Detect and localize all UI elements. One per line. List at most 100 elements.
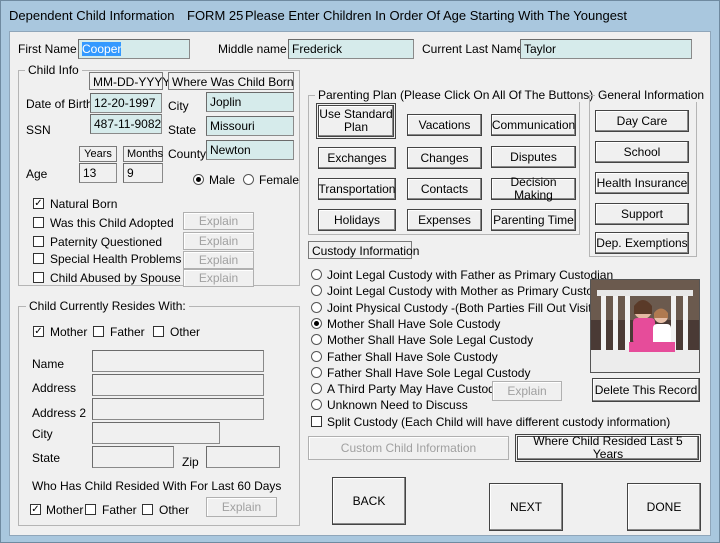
state-born-label: State <box>168 123 197 137</box>
natural-born-label: Natural Born <box>50 197 118 211</box>
school-button[interactable]: School <box>595 141 689 163</box>
adopted-label: Was this Child Adopted <box>50 216 174 230</box>
custody-option-label: Mother Shall Have Sole Custody <box>327 317 501 331</box>
last60-other-checkbox[interactable] <box>142 504 153 515</box>
first-name-field[interactable]: Cooper <box>78 39 190 59</box>
custody-option-radio[interactable] <box>311 351 322 362</box>
middle-name-label: Middle name <box>218 42 287 56</box>
custody-option-radio[interactable] <box>311 334 322 345</box>
contacts-button[interactable]: Contacts <box>407 178 482 200</box>
custody-option-radio[interactable] <box>311 383 322 394</box>
health-explain-button[interactable]: Explain <box>183 251 254 269</box>
last60-mother-label: Mother <box>46 503 84 517</box>
decision-making-button[interactable]: Decision Making <box>491 176 576 202</box>
male-label: Male <box>209 173 236 187</box>
custody-option-radio[interactable] <box>311 269 322 280</box>
middle-name-field[interactable]: Frederick <box>288 39 414 59</box>
communication-button[interactable]: Communication <box>491 114 576 136</box>
city-born-field[interactable]: Joplin <box>206 92 294 112</box>
where-resided-button[interactable]: Where Child Resided Last 5 Years <box>515 434 701 462</box>
dep-exemptions-button[interactable]: Dep. Exemptions <box>595 232 689 254</box>
custody-option-label: Joint Legal Custody with Mother as Prima… <box>327 284 616 298</box>
last-name-label: Current Last Name <box>422 42 524 56</box>
resides-state-field[interactable] <box>92 446 174 468</box>
county-born-field[interactable]: Newton <box>206 140 294 160</box>
vacations-button[interactable]: Vacations <box>407 114 482 136</box>
standard-plan-button[interactable]: Use Standard Plan <box>316 103 396 139</box>
resides-address2-label: Address 2 <box>32 406 87 420</box>
custody-option-radio[interactable] <box>311 302 322 313</box>
custody-option-radio[interactable] <box>311 318 322 329</box>
last-name-field[interactable]: Taylor <box>520 39 692 59</box>
form-client-area: First Name Cooper Middle name Frederick … <box>9 31 711 536</box>
abused-label: Child Abused by Spouse <box>50 271 181 285</box>
transportation-button[interactable]: Transportation <box>318 178 396 200</box>
parenting-time-button[interactable]: Parenting Time <box>491 209 576 231</box>
age-months-field[interactable]: 9 <box>123 163 163 183</box>
expenses-button[interactable]: Expenses <box>407 209 482 231</box>
state-born-field[interactable]: Missouri <box>206 116 294 136</box>
next-button[interactable]: NEXT <box>489 483 563 531</box>
age-years-field[interactable]: 13 <box>79 163 117 183</box>
male-radio[interactable] <box>193 174 204 185</box>
custody-info-title: Custody Information <box>308 241 419 259</box>
back-button[interactable]: BACK <box>332 477 406 525</box>
custody-option-label: Mother Shall Have Sole Legal Custody <box>327 333 534 347</box>
resides-state-label: State <box>32 451 61 465</box>
ssn-field[interactable]: 487-11-9082 <box>90 114 162 134</box>
resides-name-label: Name <box>32 357 65 371</box>
resides-title: Child Currently Resides With: <box>26 299 189 313</box>
dob-field[interactable]: 12-20-1997 <box>90 93 162 113</box>
natural-born-checkbox[interactable]: ✓ <box>33 198 44 209</box>
paternity-checkbox[interactable] <box>33 236 44 247</box>
resides-other-label: Other <box>170 325 201 339</box>
resides-address-field[interactable] <box>92 374 264 396</box>
last60-father-label: Father <box>102 503 137 517</box>
abused-explain-button[interactable]: Explain <box>183 269 254 287</box>
holidays-button[interactable]: Holidays <box>318 209 396 231</box>
last60-mother-checkbox[interactable]: ✓ <box>30 504 41 515</box>
custody-option-label: Joint Legal Custody with Father as Prima… <box>327 268 614 282</box>
support-button[interactable]: Support <box>595 203 689 225</box>
window-title: Dependent Child Information <box>9 8 175 23</box>
resides-mother-checkbox[interactable]: ✓ <box>33 326 44 337</box>
parenting-plan-title: Parenting Plan (Please Click On All Of T… <box>315 88 597 102</box>
adopted-checkbox[interactable] <box>33 217 44 228</box>
custody-option-label: Father Shall Have Sole Legal Custody <box>327 366 531 380</box>
disputes-button[interactable]: Disputes <box>491 146 576 168</box>
health-checkbox[interactable] <box>33 253 44 264</box>
custody-option-radio[interactable] <box>311 367 322 378</box>
day-care-button[interactable]: Day Care <box>595 110 689 132</box>
custody-option-radio[interactable] <box>311 285 322 296</box>
custody-option-label: Unknown Need to Discuss <box>327 398 468 412</box>
resides-other-checkbox[interactable] <box>153 326 164 337</box>
last60-father-checkbox[interactable] <box>85 504 96 515</box>
exchanges-button[interactable]: Exchanges <box>318 147 396 169</box>
last60-explain-button[interactable]: Explain <box>206 497 277 517</box>
first-name-label: First Name <box>18 42 77 56</box>
changes-button[interactable]: Changes <box>407 147 482 169</box>
done-button[interactable]: DONE <box>627 483 701 531</box>
resides-address2-field[interactable] <box>92 398 264 420</box>
paternity-explain-button[interactable]: Explain <box>183 232 254 250</box>
resides-city-field[interactable] <box>92 422 220 444</box>
health-insurance-button[interactable]: Health Insurance <box>595 172 689 194</box>
custody-option-radio[interactable] <box>311 399 322 410</box>
title-bar: Dependent Child Information FORM 25 Plea… <box>1 1 719 29</box>
resides-father-checkbox[interactable] <box>93 326 104 337</box>
delete-record-button[interactable]: Delete This Record <box>592 378 700 402</box>
child-info-title: Child Info <box>25 63 82 77</box>
adopted-explain-button[interactable]: Explain <box>183 212 254 230</box>
resides-name-field[interactable] <box>92 350 264 372</box>
female-radio[interactable] <box>243 174 254 185</box>
ssn-label: SSN <box>26 123 51 137</box>
last60-label: Who Has Child Resided With For Last 60 D… <box>32 479 282 493</box>
paternity-label: Paternity Questioned <box>50 235 163 249</box>
split-custody-checkbox[interactable] <box>311 416 322 427</box>
custody-option-label: A Third Party May Have Custody <box>327 382 501 396</box>
resides-zip-field[interactable] <box>206 446 280 468</box>
abused-checkbox[interactable] <box>33 272 44 283</box>
last60-other-label: Other <box>159 503 190 517</box>
custom-child-info-button[interactable]: Custom Child Information <box>308 436 509 460</box>
third-party-explain-button[interactable]: Explain <box>492 381 562 401</box>
